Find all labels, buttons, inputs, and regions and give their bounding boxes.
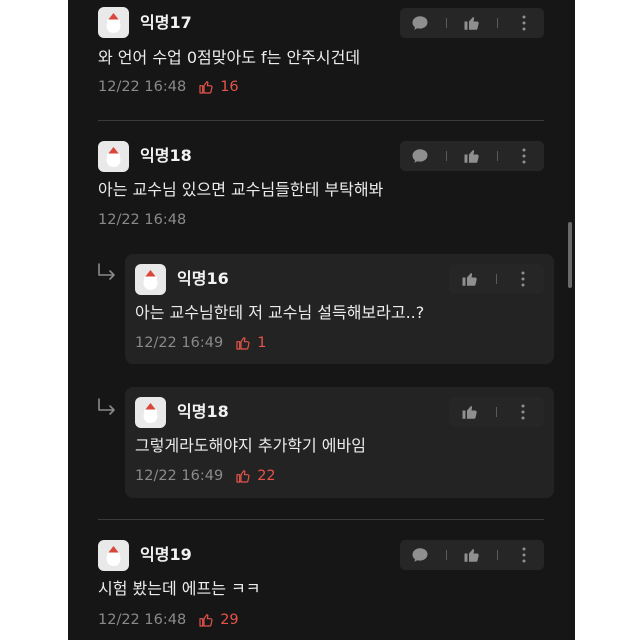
like-button[interactable] — [457, 540, 487, 570]
reply-button[interactable] — [405, 141, 435, 171]
scrollbar[interactable] — [568, 222, 572, 288]
reply-nickname: 익명18 — [177, 402, 229, 421]
comment-nickname: 익명19 — [140, 545, 192, 564]
comment-time: 12/22 16:48 — [98, 212, 187, 228]
action-separator — [445, 18, 447, 28]
comment-text: 시험 봤는데 에프는 ㅋㅋ — [98, 579, 261, 598]
comment-screen: 익명17 와 언어 수업 0점맞아도 f는 안주시건데 12/22 16:48 … — [68, 0, 575, 640]
comment-time: 12/22 16:48 — [98, 79, 187, 95]
more-vertical-icon — [521, 404, 525, 420]
more-button[interactable] — [508, 397, 538, 427]
comment-text: 와 언어 수업 0점맞아도 f는 안주시건데 — [98, 48, 361, 67]
reply-actions — [449, 397, 544, 427]
more-button[interactable] — [509, 141, 539, 171]
thumbs-up-icon — [199, 614, 213, 627]
like-count-value: 22 — [257, 468, 276, 484]
action-separator — [495, 274, 497, 284]
comment-actions — [400, 540, 544, 570]
thumbs-up-icon — [236, 337, 250, 350]
more-vertical-icon — [522, 547, 526, 563]
reply-time: 12/22 16:49 — [135, 335, 224, 351]
like-button[interactable] — [457, 141, 487, 171]
speech-bubble-icon — [412, 16, 428, 30]
action-separator — [445, 550, 447, 560]
reply-button[interactable] — [405, 540, 435, 570]
avatar — [98, 540, 129, 571]
comment-actions — [400, 141, 544, 171]
like-count: 16 — [198, 78, 239, 96]
action-separator — [497, 550, 499, 560]
reply-actions — [449, 264, 544, 294]
avatar — [135, 397, 166, 428]
more-vertical-icon — [522, 148, 526, 164]
more-button[interactable] — [508, 264, 538, 294]
more-button[interactable] — [509, 540, 539, 570]
thumbs-up-icon — [464, 150, 479, 163]
like-button[interactable] — [457, 8, 487, 38]
reply-button[interactable] — [405, 8, 435, 38]
comment-item: 익명19 시험 봤는데 에프는 ㅋㅋ 12/22 16:48 29 — [68, 520, 575, 640]
thumbs-up-icon — [462, 273, 477, 286]
speech-bubble-icon — [412, 149, 428, 163]
reply-text: 그렇게라도해야지 추가학기 에바임 — [135, 436, 366, 455]
reply-arrow-icon — [96, 262, 118, 287]
thumbs-up-icon — [236, 470, 250, 483]
action-separator — [497, 151, 499, 161]
thumbs-up-icon — [462, 406, 477, 419]
reply-item: 익명16 아는 교수님한테 저 교수님 설득해보라고..? 12/22 16:4… — [125, 254, 554, 364]
reply-meta: 12/22 16:49 22 — [135, 467, 276, 485]
like-button[interactable] — [455, 264, 485, 294]
action-separator — [495, 407, 497, 417]
thumbs-up-icon — [464, 549, 479, 562]
action-separator — [497, 18, 499, 28]
avatar — [98, 7, 129, 38]
reply-arrow-icon — [96, 397, 118, 422]
reply-text: 아는 교수님한테 저 교수님 설득해보라고..? — [135, 303, 425, 322]
more-button[interactable] — [509, 8, 539, 38]
comment-item: 익명17 와 언어 수업 0점맞아도 f는 안주시건데 12/22 16:48 … — [68, 0, 575, 120]
like-button[interactable] — [455, 397, 485, 427]
like-count: 29 — [198, 611, 239, 629]
speech-bubble-icon — [412, 548, 428, 562]
like-count: 22 — [235, 467, 276, 485]
reply-time: 12/22 16:49 — [135, 468, 224, 484]
more-vertical-icon — [521, 271, 525, 287]
avatar — [135, 264, 166, 295]
action-separator — [445, 151, 447, 161]
comment-text: 아는 교수님 있으면 교수님들한테 부탁해봐 — [98, 180, 384, 199]
like-count: 1 — [235, 334, 266, 352]
comment-nickname: 익명17 — [140, 13, 192, 32]
comment-meta: 12/22 16:48 16 — [98, 78, 239, 96]
thumbs-up-icon — [464, 17, 479, 30]
comment-time: 12/22 16:48 — [98, 612, 187, 628]
comment-nickname: 익명18 — [140, 146, 192, 165]
thumbs-up-icon — [199, 81, 213, 94]
comment-item: 익명18 아는 교수님 있으면 교수님들한테 부탁해봐 12/22 16:48 — [68, 120, 575, 250]
reply-item: 익명18 그렇게라도해야지 추가학기 에바임 12/22 16:49 22 — [125, 387, 554, 498]
more-vertical-icon — [522, 15, 526, 31]
comment-meta: 12/22 16:48 — [98, 211, 186, 229]
comment-actions — [400, 8, 544, 38]
reply-nickname: 익명16 — [177, 269, 229, 288]
avatar — [98, 141, 129, 172]
like-count-value: 29 — [220, 612, 239, 628]
like-count-value: 1 — [257, 335, 267, 351]
comment-meta: 12/22 16:48 29 — [98, 611, 239, 629]
like-count-value: 16 — [220, 79, 239, 95]
reply-meta: 12/22 16:49 1 — [135, 334, 266, 352]
